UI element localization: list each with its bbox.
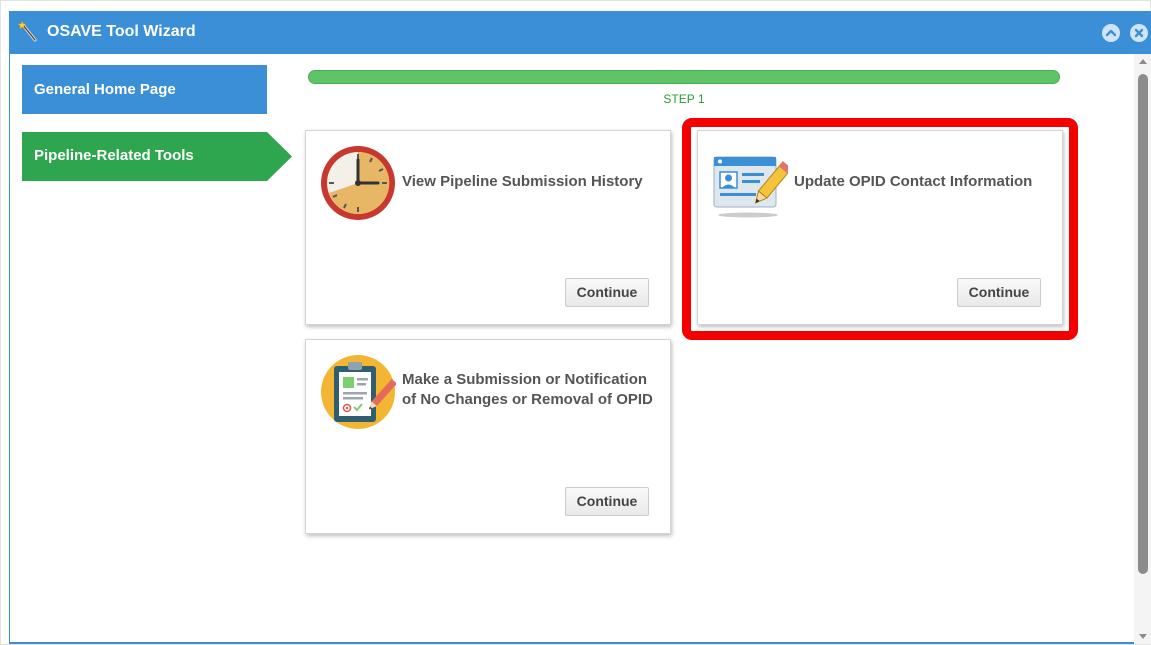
magic-wand-icon	[17, 20, 37, 42]
clipboard-checklist-icon	[321, 355, 396, 429]
sidebar-item-pipeline-tools[interactable]: Pipeline-Related Tools	[22, 132, 292, 181]
continue-button[interactable]: Continue	[565, 487, 649, 516]
tool-card-make-submission: Make a Submission or Notification of No …	[305, 339, 671, 534]
collapse-button[interactable]	[1102, 24, 1120, 42]
tool-card-view-history: View Pipeline Submission History Continu…	[305, 130, 671, 325]
step-label: STEP 1	[663, 92, 705, 106]
card-title: View Pipeline Submission History	[402, 173, 643, 190]
card-title: Make a Submission or Notification of No …	[402, 371, 653, 408]
progress-bar	[308, 70, 1060, 84]
window-title: OSAVE Tool Wizard	[47, 23, 196, 40]
progress-fill	[309, 71, 1059, 83]
scroll-down-arrow-icon[interactable]	[1134, 628, 1151, 644]
sidebar-item-label: General Home Page	[34, 81, 176, 98]
chevron-up-icon	[1105, 29, 1117, 37]
scroll-thumb[interactable]	[1138, 74, 1148, 574]
close-button[interactable]	[1130, 24, 1148, 42]
vertical-scrollbar[interactable]	[1134, 54, 1151, 644]
clock-icon	[321, 146, 395, 220]
scroll-up-arrow-icon[interactable]	[1134, 54, 1151, 70]
highlight-box	[682, 118, 1078, 340]
close-icon	[1134, 28, 1144, 38]
wizard-window: OSAVE Tool Wizard General Home Page Pipe…	[0, 0, 1151, 645]
sidebar-item-label: Pipeline-Related Tools	[34, 147, 194, 164]
sidebar-item-general-home[interactable]: General Home Page	[22, 65, 267, 114]
title-bar: OSAVE Tool Wizard	[9, 11, 1151, 54]
continue-button[interactable]: Continue	[565, 278, 649, 307]
